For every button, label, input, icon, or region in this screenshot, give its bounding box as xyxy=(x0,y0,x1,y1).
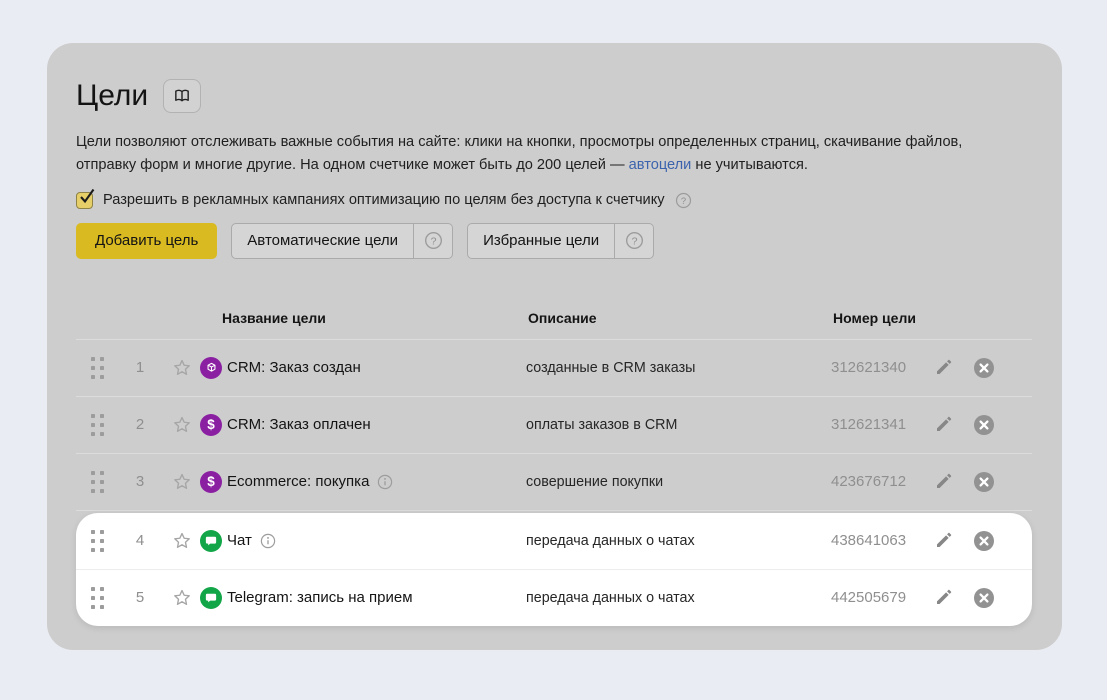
row-number: 5 xyxy=(121,589,159,606)
autogoals-link[interactable]: автоцели xyxy=(629,157,692,173)
favorite-goals-button[interactable]: Избранные цели ? xyxy=(467,223,654,259)
goals-card: Цели Цели позволяют отслеживать важные с… xyxy=(47,43,1062,650)
checkmark-icon xyxy=(77,187,97,207)
drag-handle[interactable] xyxy=(91,414,105,436)
optimization-checkbox-label: Разрешить в рекламных кампаниях оптимиза… xyxy=(103,192,665,208)
intro-text-part1: Цели позволяют отслеживать важные событи… xyxy=(76,134,962,173)
goal-name: CRM: Заказ создан xyxy=(227,359,526,376)
highlighted-rows-group: 4 Чат передача данных о чатах 438641063 xyxy=(76,513,1032,626)
drag-handle[interactable] xyxy=(91,357,105,379)
edit-icon[interactable] xyxy=(934,414,956,436)
goal-description: оплаты заказов в CRM xyxy=(526,417,831,433)
goal-name: Ecommerce: покупка xyxy=(227,473,526,490)
goal-row: 3 $ Ecommerce: покупка совершение покупк… xyxy=(76,453,1032,511)
column-header-goal-id: Номер цели xyxy=(833,310,953,326)
goal-description: совершение покупки xyxy=(526,474,831,490)
title-row: Цели xyxy=(76,76,1062,116)
svg-text:?: ? xyxy=(631,235,637,247)
goal-row: 2 $ CRM: Заказ оплачен оплаты заказов в … xyxy=(76,396,1032,453)
column-header-description: Описание xyxy=(528,310,833,326)
delete-icon[interactable] xyxy=(973,414,995,436)
favorite-goals-help[interactable]: ? xyxy=(614,224,653,258)
dollar-icon: $ xyxy=(200,414,222,436)
add-goal-button[interactable]: Добавить цель xyxy=(76,223,217,259)
optimization-checkbox-row[interactable]: Разрешить в рекламных кампаниях оптимиза… xyxy=(76,192,692,209)
dollar-icon: $ xyxy=(200,471,222,493)
svg-text:?: ? xyxy=(680,195,685,206)
info-icon[interactable] xyxy=(260,533,276,549)
docs-button[interactable] xyxy=(163,79,201,113)
help-icon: ? xyxy=(424,231,443,250)
favorite-star-icon[interactable] xyxy=(171,587,193,609)
delete-icon[interactable] xyxy=(973,357,995,379)
goal-id: 438641063 xyxy=(831,532,926,549)
delete-icon[interactable] xyxy=(973,587,995,609)
package-icon xyxy=(200,357,222,379)
book-icon xyxy=(172,86,192,106)
help-icon: ? xyxy=(625,231,644,250)
auto-goals-label: Автоматические цели xyxy=(232,232,413,249)
favorite-goals-label: Избранные цели xyxy=(468,232,614,249)
favorite-star-icon[interactable] xyxy=(171,530,193,552)
goal-description: передача данных о чатах xyxy=(526,533,831,549)
chat-icon xyxy=(200,587,222,609)
goal-id: 442505679 xyxy=(831,589,926,606)
page-title: Цели xyxy=(76,78,148,114)
chat-icon xyxy=(200,530,222,552)
goal-row: 5 Telegram: запись на прием передача дан… xyxy=(76,569,1032,626)
column-header-name: Название цели xyxy=(222,310,528,326)
table-header: Название цели Описание Номер цели xyxy=(76,297,1032,339)
goal-row: 1 CRM: Заказ создан созданные в CRM зака… xyxy=(76,339,1032,396)
favorite-star-icon[interactable] xyxy=(171,414,193,436)
goal-id: 312621341 xyxy=(831,416,926,433)
row-number: 4 xyxy=(121,532,159,549)
info-icon[interactable] xyxy=(377,474,393,490)
goal-name: Telegram: запись на прием xyxy=(227,589,526,606)
row-number: 1 xyxy=(121,359,159,376)
drag-handle[interactable] xyxy=(91,587,105,609)
row-number: 2 xyxy=(121,416,159,433)
edit-icon[interactable] xyxy=(934,587,956,609)
optimization-checkbox[interactable] xyxy=(76,192,93,209)
favorite-star-icon[interactable] xyxy=(171,471,193,493)
delete-icon[interactable] xyxy=(973,471,995,493)
favorite-star-icon[interactable] xyxy=(171,357,193,379)
table-rows-group: 1 CRM: Заказ создан созданные в CRM зака… xyxy=(76,339,1032,511)
edit-icon[interactable] xyxy=(934,357,956,379)
goal-row: 4 Чат передача данных о чатах 438641063 xyxy=(76,513,1032,569)
svg-text:?: ? xyxy=(430,235,436,247)
edit-icon[interactable] xyxy=(934,530,956,552)
goals-table: Название цели Описание Номер цели 1 CRM:… xyxy=(76,297,1032,626)
delete-icon[interactable] xyxy=(973,530,995,552)
page-background: { "card": { "title": "Цели" }, "intro": … xyxy=(0,0,1107,700)
drag-handle[interactable] xyxy=(91,530,105,552)
goal-id: 312621340 xyxy=(831,359,926,376)
drag-handle[interactable] xyxy=(91,471,105,493)
intro-text-part2: не учитываются. xyxy=(691,157,808,173)
goal-name: Чат xyxy=(227,532,526,549)
help-icon[interactable]: ? xyxy=(675,192,692,209)
edit-icon[interactable] xyxy=(934,471,956,493)
goal-name: CRM: Заказ оплачен xyxy=(227,416,526,433)
goal-description: созданные в CRM заказы xyxy=(526,360,831,376)
goal-id: 423676712 xyxy=(831,473,926,490)
auto-goals-help[interactable]: ? xyxy=(413,224,452,258)
intro-text: Цели позволяют отслеживать важные событи… xyxy=(76,131,1014,177)
auto-goals-button[interactable]: Автоматические цели ? xyxy=(231,223,453,259)
toolbar: Добавить цель Автоматические цели ? Избр… xyxy=(76,223,1062,259)
goal-description: передача данных о чатах xyxy=(526,590,831,606)
row-number: 3 xyxy=(121,473,159,490)
